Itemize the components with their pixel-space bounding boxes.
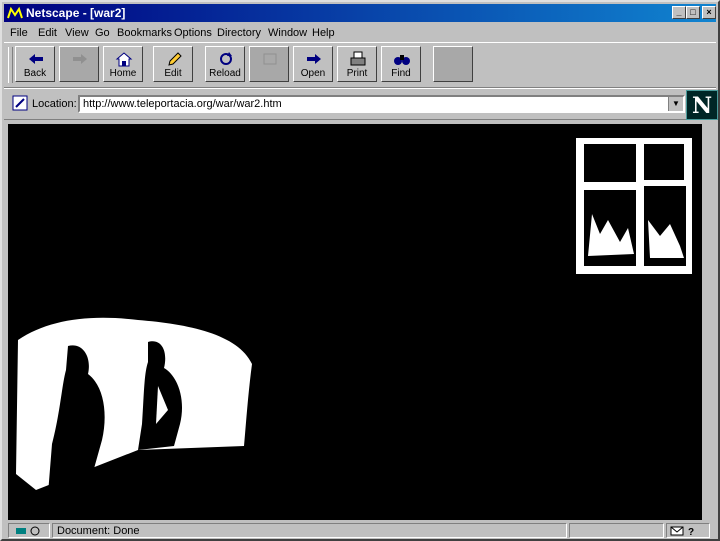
forward-button[interactable] (59, 46, 99, 82)
title-bar: Netscape - [war2] _ □ × (4, 4, 716, 22)
edit-label: Edit (164, 68, 182, 79)
images-button[interactable] (249, 46, 289, 82)
page-content (8, 124, 702, 520)
mail-icon: ? (670, 526, 694, 537)
war-image (16, 138, 692, 494)
stop-button[interactable] (433, 46, 473, 82)
browser-window: Netscape - [war2] _ □ × File Edit View G… (0, 0, 720, 541)
back-arrow-icon (29, 54, 43, 64)
open-button[interactable]: Open (293, 46, 333, 82)
print-button[interactable]: Print (337, 46, 377, 82)
menu-directory[interactable]: Directory (217, 27, 261, 39)
edit-button[interactable]: Edit (153, 46, 193, 82)
mail-indicator[interactable]: ? (666, 523, 710, 538)
menu-options[interactable]: Options (174, 27, 212, 39)
status-text: Document: Done (57, 525, 140, 537)
key-icon (16, 526, 40, 536)
location-bar: Location: http://www.teleportacia.org/wa… (4, 88, 716, 120)
reload-icon (220, 52, 232, 65)
location-input[interactable]: http://www.teleportacia.org/war/war2.htm… (78, 95, 685, 113)
menu-bookmarks[interactable]: Bookmarks (117, 27, 172, 39)
forward-arrow-icon (73, 54, 87, 64)
reload-label: Reload (209, 68, 241, 79)
netscape-app-icon (7, 6, 23, 19)
toolbar-grip[interactable] (8, 47, 13, 83)
back-label: Back (23, 68, 47, 79)
binoculars-icon (394, 55, 410, 65)
open-icon (307, 54, 321, 64)
home-label: Home (109, 68, 137, 79)
home-button[interactable]: Home (103, 46, 143, 82)
find-button[interactable]: Find (381, 46, 421, 82)
netscape-logo[interactable]: N (686, 90, 718, 120)
window-title: Netscape - [war2] (26, 6, 126, 20)
navigation-toolbar: Back Home Edit Reload Open Print Find (4, 42, 716, 88)
images-icon (263, 53, 277, 65)
menu-file[interactable]: File (10, 27, 28, 39)
home-icon (115, 52, 133, 67)
pencil-icon (168, 52, 182, 66)
printer-icon (350, 51, 366, 66)
location-dropdown-button[interactable]: ▼ (668, 97, 683, 111)
reload-button[interactable]: Reload (205, 46, 245, 82)
menu-view[interactable]: View (65, 27, 89, 39)
window-picture (576, 138, 692, 274)
progress-panel (569, 523, 664, 538)
find-label: Find (391, 68, 411, 79)
maximize-button[interactable]: □ (686, 6, 700, 19)
bookmark-icon[interactable] (12, 95, 28, 111)
menu-go[interactable]: Go (95, 27, 110, 39)
back-button[interactable]: Back (15, 46, 55, 82)
menu-bar: File Edit View Go Bookmarks Options Dire… (4, 24, 716, 42)
vertical-scrollbar[interactable] (702, 124, 716, 520)
svg-text:?: ? (688, 527, 694, 537)
menu-help[interactable]: Help (312, 27, 335, 39)
status-text-panel: Document: Done (52, 523, 567, 538)
soldiers-picture (16, 317, 252, 494)
location-url: http://www.teleportacia.org/war/war2.htm (83, 98, 282, 110)
menu-window[interactable]: Window (268, 27, 307, 39)
close-button[interactable]: × (702, 6, 716, 19)
status-bar: Document: Done ? (4, 522, 716, 540)
print-label: Print (346, 68, 368, 79)
menu-edit[interactable]: Edit (38, 27, 57, 39)
minimize-button[interactable]: _ (672, 6, 686, 19)
open-label: Open (300, 68, 326, 79)
security-indicator[interactable] (8, 523, 50, 538)
location-label: Location: (32, 98, 77, 110)
